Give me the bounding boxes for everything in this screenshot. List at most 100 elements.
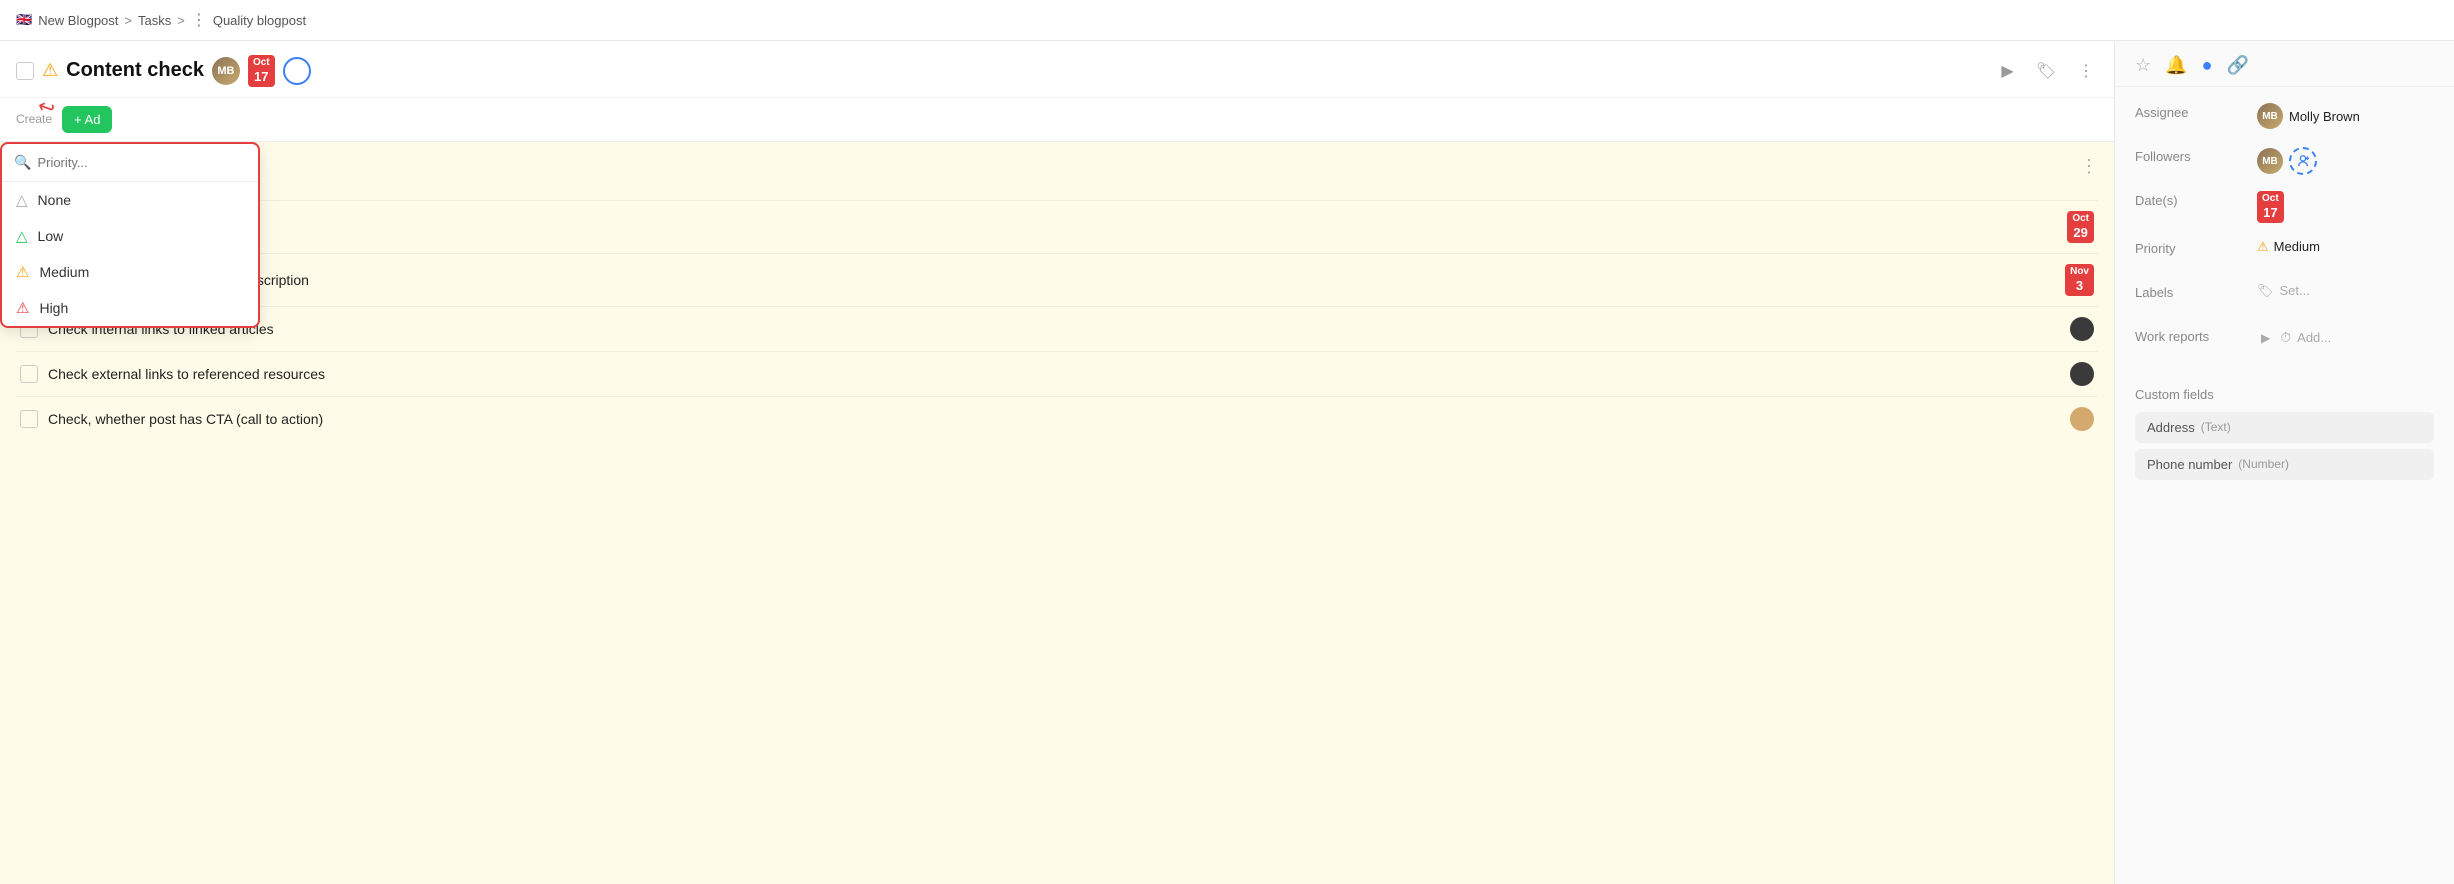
labels-value: 🏷 Set...: [2257, 283, 2310, 299]
bell-icon[interactable]: 🔔: [2165, 55, 2187, 76]
custom-fields-section: Custom fields Address (Text) Phone numbe…: [2115, 387, 2454, 486]
link-icon[interactable]: 🔗: [2226, 55, 2248, 76]
avatar-initials: MB: [217, 65, 234, 77]
tag-button[interactable]: 🏷: [2032, 57, 2060, 85]
custom-field-address-name: Address: [2147, 420, 2195, 435]
priority-search-input[interactable]: [37, 155, 246, 170]
custom-fields-title: Custom fields: [2135, 387, 2434, 402]
task-date-badge[interactable]: Oct 17: [248, 55, 275, 87]
assignee-row: Assignee MB Molly Brown: [2135, 103, 2434, 131]
assignee-label: Assignee: [2135, 103, 2245, 120]
date-badge-day: 17: [253, 69, 270, 86]
assignee-avatar[interactable]: MB: [212, 57, 240, 85]
detail-date-month: Oct: [2262, 192, 2279, 205]
breadcrumb-sep1: >: [124, 13, 132, 28]
breadcrumb: 🇬🇧 New Blogpost > Tasks > ⋮ Quality blog…: [0, 0, 2454, 41]
detail-date-day: 17: [2262, 205, 2279, 222]
task-item-text: Check image size: [48, 219, 2057, 235]
custom-field-phone-type: (Number): [2238, 457, 2289, 471]
task-header: ↩ ⚠ Content check MB Oct 17 ▶ 🏷 ⋮: [0, 41, 2114, 98]
priority-text: Medium: [2274, 239, 2320, 254]
assignee-value: MB Molly Brown: [2257, 103, 2360, 129]
set-labels-button[interactable]: Set...: [2280, 283, 2310, 298]
date-day: 29: [2072, 225, 2089, 242]
left-panel: ↩ ⚠ Content check MB Oct 17 ▶ 🏷 ⋮ Create: [0, 41, 2114, 884]
low-icon: △: [16, 227, 28, 245]
dates-value: Oct 17: [2257, 191, 2284, 223]
work-reports-label: Work reports: [2135, 327, 2245, 344]
right-panel-toolbar: ☆ 🔔 ● 🔗: [2115, 41, 2454, 87]
breadcrumb-current[interactable]: Quality blogpost: [213, 13, 306, 28]
labels-row: Labels 🏷 Set...: [2135, 283, 2434, 311]
follower-avatar[interactable]: MB: [2257, 148, 2283, 174]
task-item: Check internal links to linked articles: [16, 307, 2098, 352]
assignee-name: Molly Brown: [2289, 109, 2360, 124]
search-icon: 🔍: [14, 154, 31, 171]
task-date-badge[interactable]: Nov 3: [2065, 264, 2094, 296]
task-item-checkbox[interactable]: [20, 410, 38, 428]
task-header-actions: ▶ 🏷 ⋮: [1997, 57, 2098, 85]
followers-value: MB: [2257, 147, 2317, 175]
task-checkbox[interactable]: [16, 62, 34, 80]
high-icon: ⚠: [16, 299, 29, 317]
custom-field-phone-name: Phone number: [2147, 457, 2232, 472]
followers-row: Followers MB: [2135, 147, 2434, 175]
priority-option-high[interactable]: ⚠ High: [2, 290, 258, 326]
progress-circle[interactable]: [283, 57, 311, 85]
warning-icon: ⚠: [42, 60, 58, 81]
priority-medium-label: Medium: [39, 264, 89, 280]
priority-value[interactable]: ⚠ Medium: [2257, 239, 2320, 255]
task-item: Check external links to referenced resou…: [16, 352, 2098, 397]
details-section: Assignee MB Molly Brown Followers MB Da: [2115, 87, 2454, 387]
task-list-area: 🔍 △ None △ Low ⚠ Medium ⚠ High: [0, 142, 2114, 884]
task-item-text: Check external links to referenced resou…: [48, 366, 2060, 382]
priority-warning-icon: ⚠: [2257, 239, 2269, 255]
task-item: Check ALT – alternative image descriptio…: [16, 254, 2098, 307]
detail-date-badge[interactable]: Oct 17: [2257, 191, 2284, 223]
followers-label: Followers: [2135, 147, 2245, 164]
work-reports-row: Work reports ▶ ⏱ Add...: [2135, 327, 2434, 355]
priority-option-medium[interactable]: ⚠ Medium: [2, 254, 258, 290]
work-reports-value: ▶ ⏱ Add...: [2257, 327, 2331, 349]
priority-high-label: High: [39, 300, 68, 316]
task-date-badge[interactable]: Oct 29: [2067, 211, 2094, 243]
task-title: Content check: [66, 59, 204, 82]
breadcrumb-dots[interactable]: ⋮: [191, 10, 207, 30]
dates-row: Date(s) Oct 17: [2135, 191, 2434, 223]
breadcrumb-tasks[interactable]: Tasks: [138, 13, 171, 28]
task-item-text: Check, whether post has CTA (call to act…: [48, 411, 2060, 427]
task-item-text: Check internal links to linked articles: [48, 321, 2060, 337]
add-work-report-button[interactable]: Add...: [2297, 330, 2331, 345]
star-icon[interactable]: ☆: [2135, 55, 2151, 76]
priority-option-none[interactable]: △ None: [2, 182, 258, 218]
sub-header: Create + Ad: [0, 98, 2114, 142]
priority-label: Priority: [2135, 239, 2245, 256]
priority-none-label: None: [38, 192, 71, 208]
date-month: Nov: [2070, 265, 2089, 278]
clock-icon: ⏱: [2280, 329, 2291, 346]
assignee-avatar[interactable]: MB: [2257, 103, 2283, 129]
right-panel: ☆ 🔔 ● 🔗 Assignee MB Molly Brown Follower…: [2114, 41, 2454, 884]
task-item: paragraphs, bullets): [16, 162, 2098, 201]
section-more-button[interactable]: ⋮: [2080, 156, 2098, 177]
task-item-text: paragraphs, bullets): [44, 173, 2094, 189]
custom-field-address[interactable]: Address (Text): [2135, 412, 2434, 443]
watch-icon[interactable]: ●: [2202, 55, 2213, 76]
task-header-left: ↩ ⚠ Content check MB Oct 17: [16, 55, 1987, 87]
priority-low-label: Low: [38, 228, 64, 244]
priority-dropdown: 🔍 △ None △ Low ⚠ Medium ⚠ High: [0, 142, 260, 328]
priority-option-low[interactable]: △ Low: [2, 218, 258, 254]
add-follower-button[interactable]: [2289, 147, 2317, 175]
work-report-play-button[interactable]: ▶: [2257, 327, 2274, 349]
play-button[interactable]: ▶: [1997, 57, 2017, 85]
breadcrumb-project[interactable]: New Blogpost: [38, 13, 118, 28]
add-button[interactable]: + Ad: [62, 106, 112, 133]
custom-field-phone[interactable]: Phone number (Number): [2135, 449, 2434, 480]
priority-row: Priority ⚠ Medium: [2135, 239, 2434, 267]
task-item-checkbox[interactable]: [20, 365, 38, 383]
more-button[interactable]: ⋮: [2074, 57, 2098, 85]
task-avatar: [2070, 362, 2094, 386]
task-item: Check, whether post has CTA (call to act…: [16, 397, 2098, 441]
task-avatar: [2070, 407, 2094, 431]
task-item: Check image size Oct 29: [16, 201, 2098, 254]
